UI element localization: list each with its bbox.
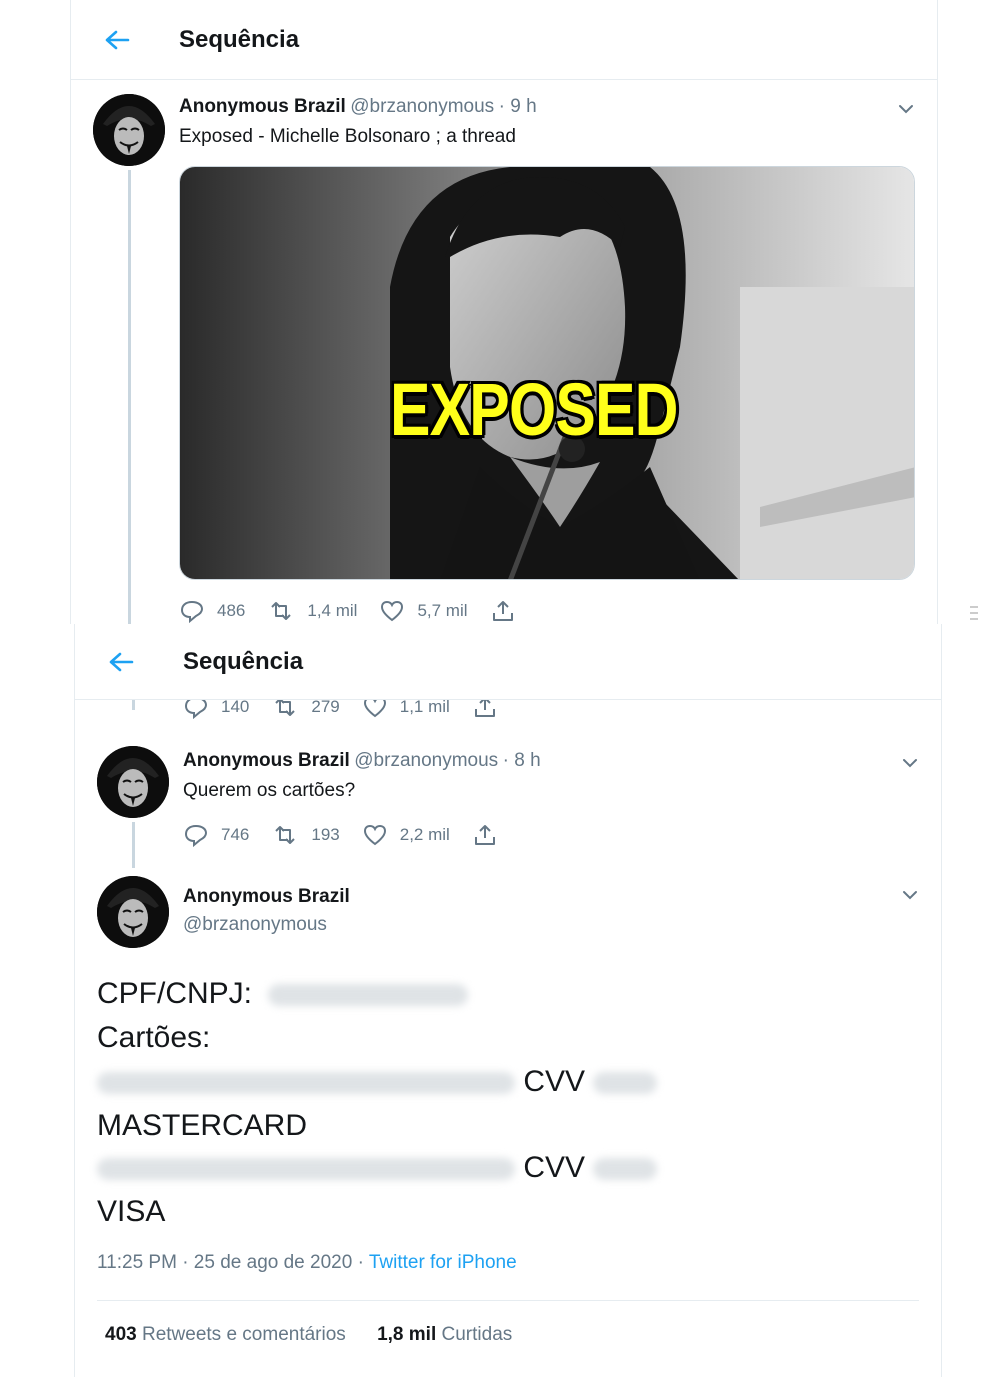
like-count: 5,7 mil — [417, 601, 468, 620]
scrollbar-marker[interactable] — [969, 604, 979, 622]
share-button[interactable] — [472, 823, 510, 847]
avatar[interactable] — [93, 94, 165, 166]
tweet-header: Anonymous Brazil @brzanonymous · 9 h — [179, 96, 537, 118]
thread-panel-top: Sequência Anonymous Brazil @brzanonymous… — [70, 0, 938, 624]
timestamp-text[interactable]: 11:25 PM · 25 de ago de 2020 · — [97, 1252, 369, 1273]
avatar[interactable] — [97, 876, 169, 948]
media-caption-overlay: EXPOSED — [390, 368, 678, 451]
share-icon — [474, 825, 495, 845]
cvv-label: CVV — [523, 1151, 586, 1184]
tweet-timestamp: 11:25 PM · 25 de ago de 2020 · Twitter f… — [97, 1252, 517, 1274]
tweet-actions: 486 1,4 mil 5,7 mil — [179, 598, 550, 624]
like-count: 2,2 mil — [399, 825, 450, 844]
user-handle[interactable]: @brzanonymous — [183, 914, 327, 936]
tweet-header: Anonymous Brazil @brzanonymous · 8 h — [183, 750, 541, 772]
header-bar: Sequência — [71, 0, 937, 80]
reply-count: 486 — [217, 601, 246, 620]
display-name[interactable]: Anonymous Brazil — [183, 886, 350, 908]
mask-avatar-icon — [97, 876, 169, 948]
chevron-down-icon[interactable] — [899, 752, 921, 774]
tweet-time[interactable]: · 9 h — [499, 96, 537, 117]
tweet-body-line-brand1: MASTERCARD — [97, 1109, 308, 1142]
redacted-card-number — [97, 1158, 515, 1181]
back-arrow-icon — [105, 30, 130, 50]
like-icon — [381, 600, 404, 622]
thread-connector-line — [132, 822, 135, 868]
reply-count: 746 — [221, 825, 250, 844]
likes-count: 1,8 mil — [377, 1324, 437, 1345]
user-handle[interactable]: @brzanonymous — [350, 96, 494, 117]
tweet-body-line-cpf: CPF/CNPJ: — [97, 972, 469, 1016]
back-button[interactable] — [101, 24, 133, 56]
tweet-text: Querem os cartões? — [183, 780, 356, 801]
thread-panel-bottom: 140 279 1,1 mil Sequência Anonymous Braz… — [74, 624, 942, 1377]
display-name[interactable]: Anonymous Brazil — [183, 750, 350, 771]
retweet-icon — [271, 602, 292, 620]
share-icon — [492, 601, 513, 621]
retweets-count: 403 — [105, 1324, 137, 1345]
retweets-stat[interactable]: 403 Retweets e comentários — [105, 1324, 346, 1345]
header-bar: Sequência — [75, 624, 941, 700]
chevron-down-icon[interactable] — [899, 884, 921, 906]
back-button[interactable] — [105, 646, 137, 678]
redacted-cvv — [593, 1072, 658, 1095]
tweet-body-line-card1: CVV — [97, 1060, 658, 1104]
tweet-image[interactable]: EXPOSED — [179, 166, 915, 580]
display-name[interactable]: Anonymous Brazil — [179, 96, 346, 117]
tweet-actions: 746 193 2,2 mil — [183, 822, 532, 848]
display-name-text: Anonymous Brazil — [183, 886, 350, 907]
reply-button[interactable]: 746 — [183, 823, 249, 847]
retweet-button[interactable]: 193 — [271, 823, 340, 847]
like-count: 1,1 mil — [399, 697, 450, 716]
tweet-body-line-card2: CVV — [97, 1146, 658, 1190]
likes-label: Curtidas — [436, 1324, 513, 1345]
share-button[interactable] — [490, 599, 528, 623]
mask-avatar-icon — [93, 94, 165, 166]
cpf-label: CPF/CNPJ: — [97, 977, 253, 1010]
retweet-icon — [275, 826, 296, 844]
thread-connector-line — [128, 170, 131, 624]
redacted-cvv — [593, 1158, 658, 1181]
retweet-count: 1,4 mil — [307, 601, 358, 620]
reply-icon — [180, 600, 204, 623]
redacted-cpf — [268, 984, 469, 1007]
reply-button[interactable]: 486 — [179, 599, 245, 623]
likes-stat[interactable]: 1,8 mil Curtidas — [377, 1324, 512, 1345]
retweet-count: 279 — [311, 697, 340, 716]
source-link[interactable]: Twitter for iPhone — [369, 1252, 517, 1273]
retweet-button[interactable]: 1,4 mil — [267, 599, 357, 623]
tweet-text: Exposed - Michelle Bolsonaro ; a thread — [179, 126, 516, 147]
like-button[interactable]: 5,7 mil — [379, 599, 468, 623]
chevron-down-icon[interactable] — [895, 98, 917, 120]
user-handle[interactable]: @brzanonymous — [354, 750, 498, 771]
retweets-label: Retweets e comentários — [136, 1324, 346, 1345]
retweet-count: 193 — [311, 825, 340, 844]
divider — [97, 1300, 919, 1301]
back-arrow-icon — [109, 652, 134, 672]
user-handle-text: @brzanonymous — [183, 914, 327, 935]
tweet-body-line-brand2: VISA — [97, 1195, 166, 1228]
redacted-card-number — [97, 1072, 515, 1095]
page-title: Sequência — [183, 648, 304, 675]
tweet-body-line-cards: Cartões: — [97, 1021, 211, 1054]
mask-avatar-icon — [97, 746, 169, 818]
cvv-label: CVV — [523, 1065, 586, 1098]
tweet-time[interactable]: · 8 h — [503, 750, 541, 771]
avatar[interactable] — [97, 746, 169, 818]
reply-icon — [184, 824, 208, 847]
like-button[interactable]: 2,2 mil — [362, 823, 450, 847]
like-icon — [363, 824, 386, 846]
tweet-stats: 403 Retweets e comentários 1,8 mil Curti… — [105, 1324, 512, 1346]
reply-count: 140 — [221, 697, 250, 716]
page-title: Sequência — [179, 26, 300, 53]
